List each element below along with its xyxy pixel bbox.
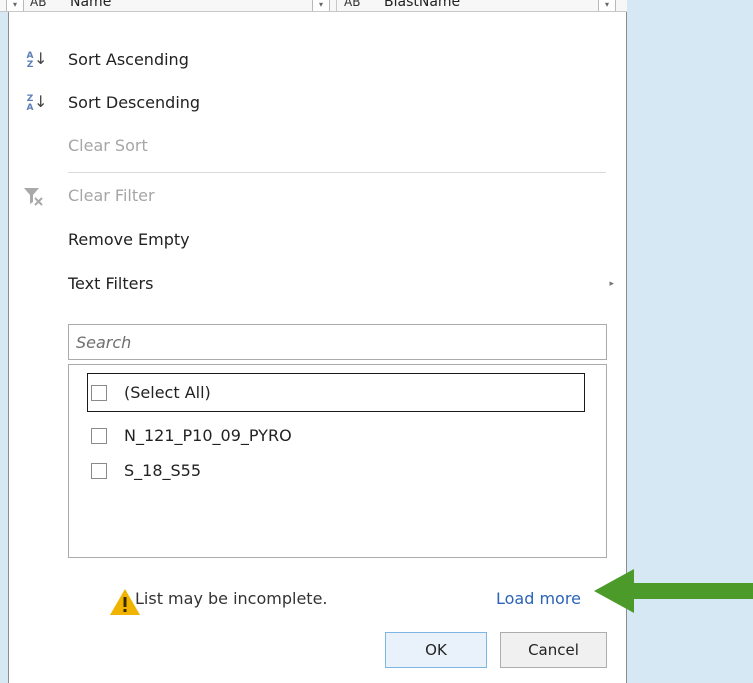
menu-item-label: Clear Sort <box>68 136 148 155</box>
load-more-link[interactable]: Load more <box>496 579 581 619</box>
menu-item-clear-sort[interactable]: Clear Sort <box>9 126 626 166</box>
clear-filter-icon <box>23 176 45 216</box>
menu-item-text-filters[interactable]: Text Filters ▸ <box>9 264 626 304</box>
checkbox[interactable] <box>91 463 107 479</box>
menu-item-label: Sort Ascending <box>68 50 189 69</box>
cancel-button[interactable]: Cancel <box>500 632 607 668</box>
sort-ascending-icon: A Z ↓ <box>26 49 48 70</box>
menu-divider <box>68 172 606 173</box>
filter-popup: A Z ↓ Sort Ascending Z A ↓ Sort Descendi… <box>8 12 627 683</box>
column-name-label[interactable]: Name <box>70 0 111 10</box>
menu-item-sort-descending[interactable]: Z A ↓ Sort Descending <box>9 83 626 123</box>
text-type-icon: AB <box>344 0 361 9</box>
column-header-strip: ▾ AB Name ▾ AB BlastName ▾ <box>0 0 627 12</box>
search-input[interactable] <box>68 324 607 360</box>
column-name-label[interactable]: BlastName <box>384 0 460 10</box>
menu-item-label: Clear Filter <box>68 186 155 205</box>
column-dropdown-button[interactable]: ▾ <box>6 0 24 11</box>
ok-button[interactable]: OK <box>385 632 487 668</box>
incomplete-list-warning: List may be incomplete. <box>135 589 328 608</box>
menu-item-label: Text Filters <box>68 274 154 293</box>
annotation-arrow-icon <box>594 569 753 613</box>
submenu-arrow-icon: ▸ <box>609 279 614 289</box>
column-separator <box>336 0 337 11</box>
menu-item-label: Remove Empty <box>68 230 190 249</box>
value-list: (Select All) N_121_P10_09_PYRO S_18_S55 <box>68 364 607 558</box>
sort-descending-icon: Z A ↓ <box>26 92 48 113</box>
text-type-icon: AB <box>30 0 47 9</box>
menu-item-remove-empty[interactable]: Remove Empty <box>9 220 626 260</box>
checkbox[interactable] <box>91 428 107 444</box>
checkbox[interactable] <box>91 385 107 401</box>
column-dropdown-button[interactable]: ▾ <box>312 0 330 11</box>
column-dropdown-button[interactable]: ▾ <box>598 0 616 11</box>
menu-item-sort-ascending[interactable]: A Z ↓ Sort Ascending <box>9 40 626 80</box>
menu-item-label: Sort Descending <box>68 93 201 112</box>
menu-item-clear-filter[interactable]: Clear Filter <box>9 176 626 216</box>
